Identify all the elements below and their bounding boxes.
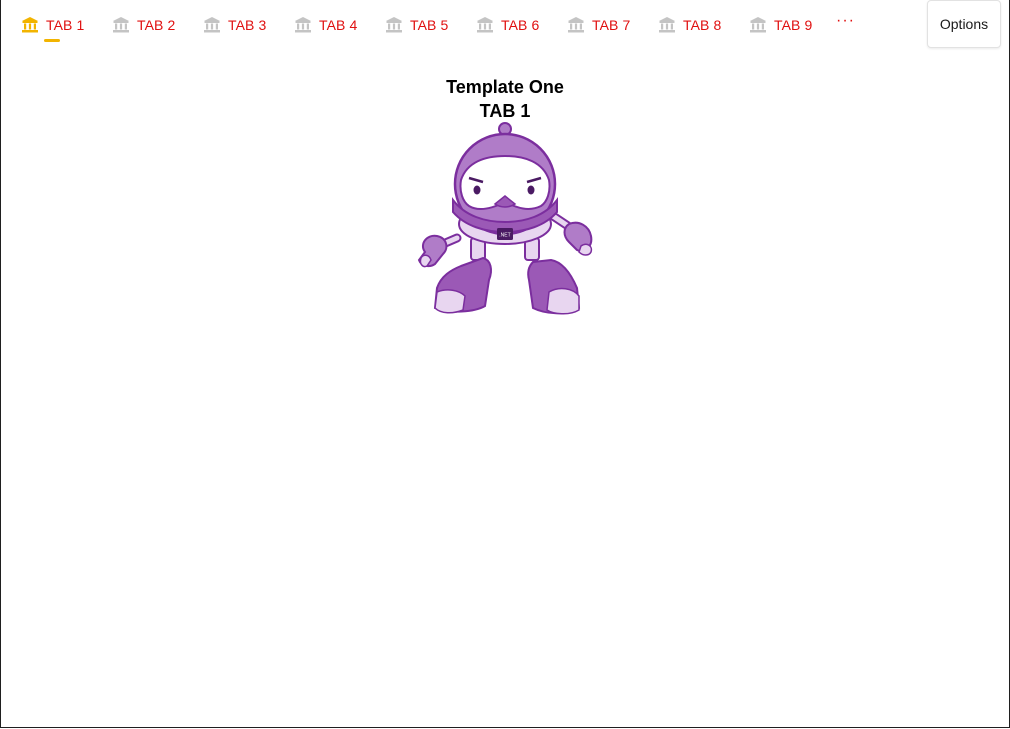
more-tabs-button[interactable]: ···: [836, 12, 855, 30]
bank-building-icon: [295, 17, 311, 33]
tab-label: TAB 1: [46, 17, 85, 33]
tab-label: TAB 8: [683, 17, 722, 33]
dotnet-bot-image: .NET: [417, 122, 593, 315]
bank-building-icon: [477, 17, 493, 33]
bank-building-icon: [659, 17, 675, 33]
app-window: TAB 1 TAB 2 TAB 3 TAB 4 TAB 5 TAB 6 TAB …: [0, 0, 1010, 728]
tab-label: TAB 4: [319, 17, 358, 33]
tab-label: TAB 6: [501, 17, 540, 33]
selected-tab-indicator: [44, 39, 60, 42]
tab-label: TAB 3: [228, 17, 267, 33]
bank-building-icon: [568, 17, 584, 33]
tab-label: TAB 2: [137, 17, 176, 33]
tab-5[interactable]: TAB 5: [385, 14, 448, 36]
tab-bar: TAB 1 TAB 2 TAB 3 TAB 4 TAB 5 TAB 6 TAB …: [1, 0, 1009, 50]
tab-2[interactable]: TAB 2: [112, 14, 175, 36]
options-button[interactable]: Options: [927, 0, 1001, 48]
bank-building-icon: [113, 17, 129, 33]
tab-label: TAB 7: [592, 17, 631, 33]
tab-9[interactable]: TAB 9: [749, 14, 812, 36]
page-title: Template One: [446, 77, 564, 97]
tab-1[interactable]: TAB 1: [21, 14, 85, 42]
bank-building-icon: [204, 17, 220, 33]
tab-3[interactable]: TAB 3: [203, 14, 266, 36]
tab-8[interactable]: TAB 8: [658, 14, 721, 36]
dotnet-badge-text: .NET: [499, 233, 510, 239]
tab-content: Template One TAB 1 .NET: [1, 50, 1009, 727]
bank-building-icon: [750, 17, 766, 33]
bank-building-icon: [386, 17, 402, 33]
tab-7[interactable]: TAB 7: [567, 14, 630, 36]
tab-4[interactable]: TAB 4: [294, 14, 357, 36]
tab-label: TAB 9: [774, 17, 813, 33]
tab-label: TAB 5: [410, 17, 449, 33]
tab-6[interactable]: TAB 6: [476, 14, 539, 36]
bank-building-icon: [22, 17, 38, 33]
